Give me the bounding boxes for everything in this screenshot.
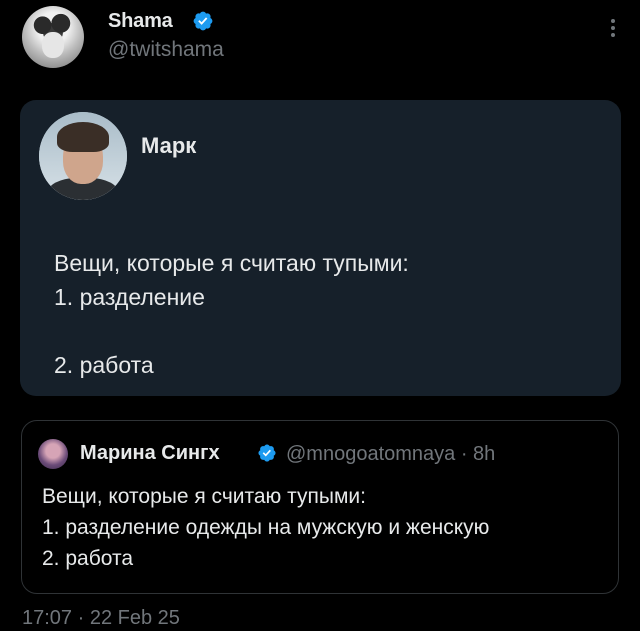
embedded-post-image[interactable]: Марк Вещи, которые я считаю тупыми: 1. р…: [20, 100, 621, 396]
embedded-author-name: Марк: [141, 133, 197, 158]
embedded-line: Вещи, которые я считаю тупыми:: [54, 250, 409, 276]
embedded-line-blank: [54, 314, 409, 348]
quoted-line: Вещи, которые я считаю тупыми:: [42, 485, 366, 508]
quoted-line: 1. разделение одежды на мужскую и женску…: [42, 516, 490, 539]
embedded-avatar: [39, 112, 127, 200]
quoted-author-avatar[interactable]: [38, 439, 68, 469]
avatar-face-shape: [42, 32, 64, 58]
author-avatar[interactable]: [22, 6, 84, 68]
quoted-author-name[interactable]: Марина Сингх: [80, 442, 220, 465]
author-name[interactable]: Shama: [108, 10, 173, 33]
embedded-line: 2. работа: [54, 352, 154, 378]
more-vertical-icon[interactable]: [608, 16, 618, 44]
embedded-post-text: Вещи, которые я считаю тупыми: 1. раздел…: [54, 246, 409, 382]
verified-badge-icon: [258, 444, 276, 462]
quoted-post-card[interactable]: Марина Сингх @mnogoatomnaya · 8h Вещи, к…: [21, 420, 619, 594]
embedded-line: 1. разделение: [54, 284, 205, 310]
quoted-author-handle-time[interactable]: @mnogoatomnaya · 8h: [286, 443, 495, 466]
post-author-header: Shama @twitshama: [22, 6, 622, 70]
quoted-line: 2. работа: [42, 547, 134, 570]
author-handle[interactable]: @twitshama: [108, 38, 224, 62]
embedded-avatar-hair: [57, 122, 109, 152]
post-timestamp[interactable]: 17:07 · 22 Feb 25: [22, 607, 180, 630]
verified-badge-icon: [193, 11, 213, 31]
quoted-post-text: Вещи, которые я считаю тупыми: 1. раздел…: [42, 481, 489, 574]
